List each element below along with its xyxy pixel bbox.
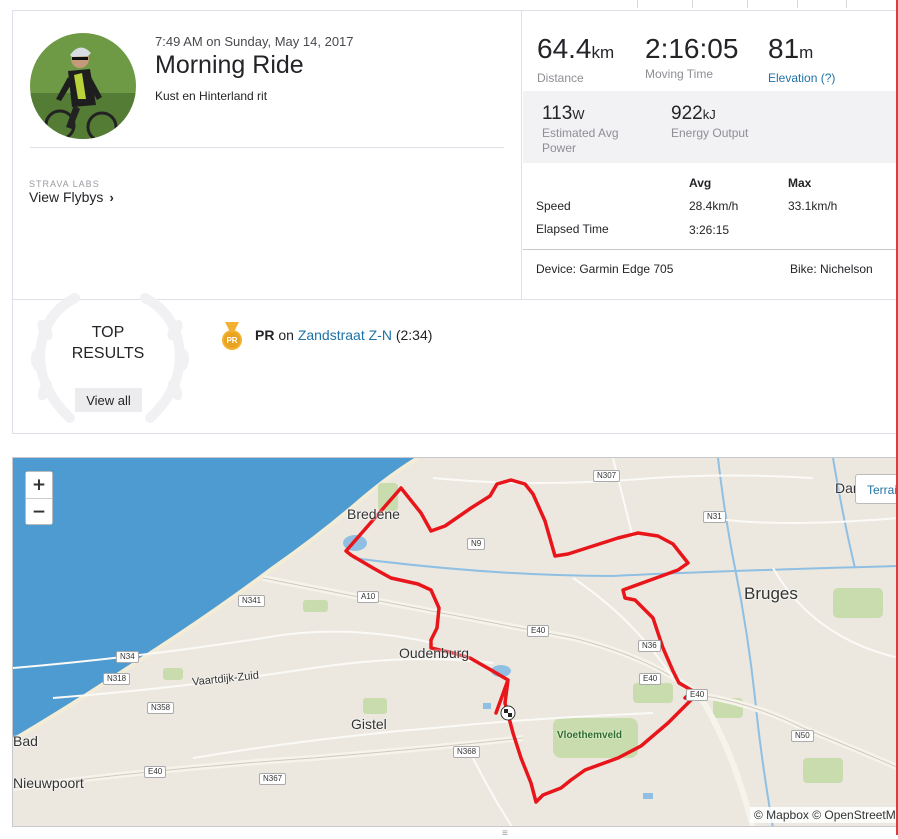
road-shield: N318 bbox=[103, 673, 131, 685]
road-shield: N358 bbox=[147, 702, 175, 714]
finish-flag-icon bbox=[500, 705, 516, 721]
stat-distance: 64.4km Distance bbox=[537, 33, 614, 85]
pr-time: (2:34) bbox=[395, 327, 433, 343]
zoom-out-button[interactable]: − bbox=[26, 498, 52, 524]
top-results-heading: TOP RESULTS bbox=[53, 322, 163, 364]
place-label: Gistel bbox=[351, 716, 387, 732]
power-label: Estimated Avg Power bbox=[542, 126, 619, 155]
power-value: 113 bbox=[542, 103, 573, 124]
distance-unit: km bbox=[591, 43, 615, 62]
elevation-value: 81 bbox=[768, 33, 800, 64]
view-flybys-link[interactable]: View Flybys › bbox=[29, 189, 114, 205]
distance-value: 64.4 bbox=[537, 33, 592, 64]
activity-description: Kust en Hinterland rit bbox=[155, 89, 268, 103]
device-info: Device: Garmin Edge 705 bbox=[536, 262, 674, 276]
tab-divider bbox=[692, 0, 693, 8]
medal-text: PR bbox=[226, 336, 237, 345]
place-label: Nieuwpoort bbox=[13, 775, 84, 791]
place-label: Bredene bbox=[347, 506, 400, 522]
strava-labs-eyebrow: STRAVA LABS bbox=[29, 179, 100, 189]
road-shield: N307 bbox=[593, 470, 621, 482]
cyclist-photo bbox=[30, 33, 136, 139]
road-shield: E40 bbox=[639, 673, 662, 685]
stat-moving-time: 2:16:05 Moving Time bbox=[645, 33, 738, 81]
col-max-header: Max bbox=[788, 176, 812, 190]
speed-avg: 28.4km/h bbox=[689, 199, 739, 213]
zoom-control: + − bbox=[25, 471, 53, 525]
elapsed-avg: 3:26:15 bbox=[689, 223, 730, 237]
road-shield: N9 bbox=[467, 538, 486, 550]
athlete-avatar[interactable] bbox=[30, 33, 136, 139]
place-label: Oudenburg bbox=[399, 645, 470, 661]
stat-elevation: 81m Elevation (?) bbox=[768, 33, 835, 85]
view-flybys-label: View Flybys bbox=[29, 189, 104, 205]
energy-label: Energy Output bbox=[671, 126, 749, 140]
route-map[interactable]: Bredene Oudenburg Gistel Bruges Vloethem… bbox=[12, 457, 898, 827]
table-divider bbox=[523, 249, 898, 250]
activity-title: Morning Ride bbox=[155, 51, 304, 79]
speed-label: Speed bbox=[536, 199, 571, 213]
pr-medal-icon: PR bbox=[222, 322, 242, 350]
divider bbox=[30, 147, 504, 148]
road-shield: E40 bbox=[144, 766, 167, 778]
tab-divider bbox=[846, 0, 847, 8]
activity-date: 7:49 AM on Sunday, May 14, 2017 bbox=[155, 34, 354, 49]
speed-max: 33.1km/h bbox=[788, 199, 838, 213]
col-avg-header: Avg bbox=[689, 176, 712, 190]
bike-info: Bike: Nichelson bbox=[790, 262, 873, 276]
pr-result: PR on Zandstraat Z-N (2:34) bbox=[255, 327, 432, 343]
road-shield: N50 bbox=[791, 730, 814, 742]
pr-on: on bbox=[278, 327, 294, 343]
tab-divider bbox=[637, 0, 638, 8]
view-all-button[interactable]: View all bbox=[75, 388, 142, 412]
segment-link[interactable]: Zandstraat Z-N bbox=[298, 327, 392, 343]
top-results-card: TOP RESULTS View all PR PR on Zandstraat… bbox=[12, 293, 898, 434]
tab-divider bbox=[747, 0, 748, 8]
road-shield: N34 bbox=[116, 651, 139, 663]
moving-time-label: Moving Time bbox=[645, 67, 714, 81]
road-shield: N341 bbox=[238, 595, 266, 607]
pr-label: PR bbox=[255, 327, 275, 343]
stat-power: 113W Estimated Avg Power bbox=[542, 103, 642, 156]
energy-unit: kJ bbox=[702, 107, 716, 122]
elevation-unit: m bbox=[799, 43, 814, 62]
road-shield: N31 bbox=[703, 511, 726, 523]
moving-time-value: 2:16:05 bbox=[645, 33, 739, 64]
resize-grip-icon[interactable]: ≡ bbox=[502, 828, 508, 839]
map-attribution[interactable]: © Mapbox © OpenStreetMap bbox=[750, 807, 897, 823]
tab-divider bbox=[797, 0, 798, 8]
chevron-right-icon: › bbox=[109, 190, 114, 205]
terrain-toggle-button[interactable]: Terrain bbox=[855, 474, 897, 504]
top-results-line2: RESULTS bbox=[71, 345, 145, 362]
place-label: Bad bbox=[13, 733, 38, 749]
road-shield: N368 bbox=[453, 746, 481, 758]
elevation-help-link[interactable]: Elevation (?) bbox=[768, 71, 835, 85]
activity-summary-card: 7:49 AM on Sunday, May 14, 2017 Morning … bbox=[12, 10, 898, 300]
power-unit: W bbox=[572, 107, 585, 122]
road-shield: E40 bbox=[686, 689, 709, 701]
elapsed-label: Elapsed Time bbox=[536, 222, 609, 236]
road-shield: N367 bbox=[259, 773, 287, 785]
energy-value: 922 bbox=[671, 103, 703, 124]
column-divider bbox=[521, 11, 522, 299]
zoom-in-button[interactable]: + bbox=[26, 472, 52, 498]
place-label: Vloethemveld bbox=[557, 730, 623, 741]
power-stats-box: 113W Estimated Avg Power 922kJ Energy Ou… bbox=[523, 91, 898, 163]
distance-label: Distance bbox=[537, 71, 584, 85]
road-shield: A10 bbox=[357, 591, 380, 603]
road-shield: E40 bbox=[527, 625, 550, 637]
top-results-line1: TOP bbox=[91, 324, 125, 341]
road-shield: N36 bbox=[638, 640, 661, 652]
stat-energy: 922kJ Energy Output bbox=[671, 103, 748, 141]
place-label: Bruges bbox=[744, 584, 798, 603]
top-strip bbox=[0, 0, 898, 8]
